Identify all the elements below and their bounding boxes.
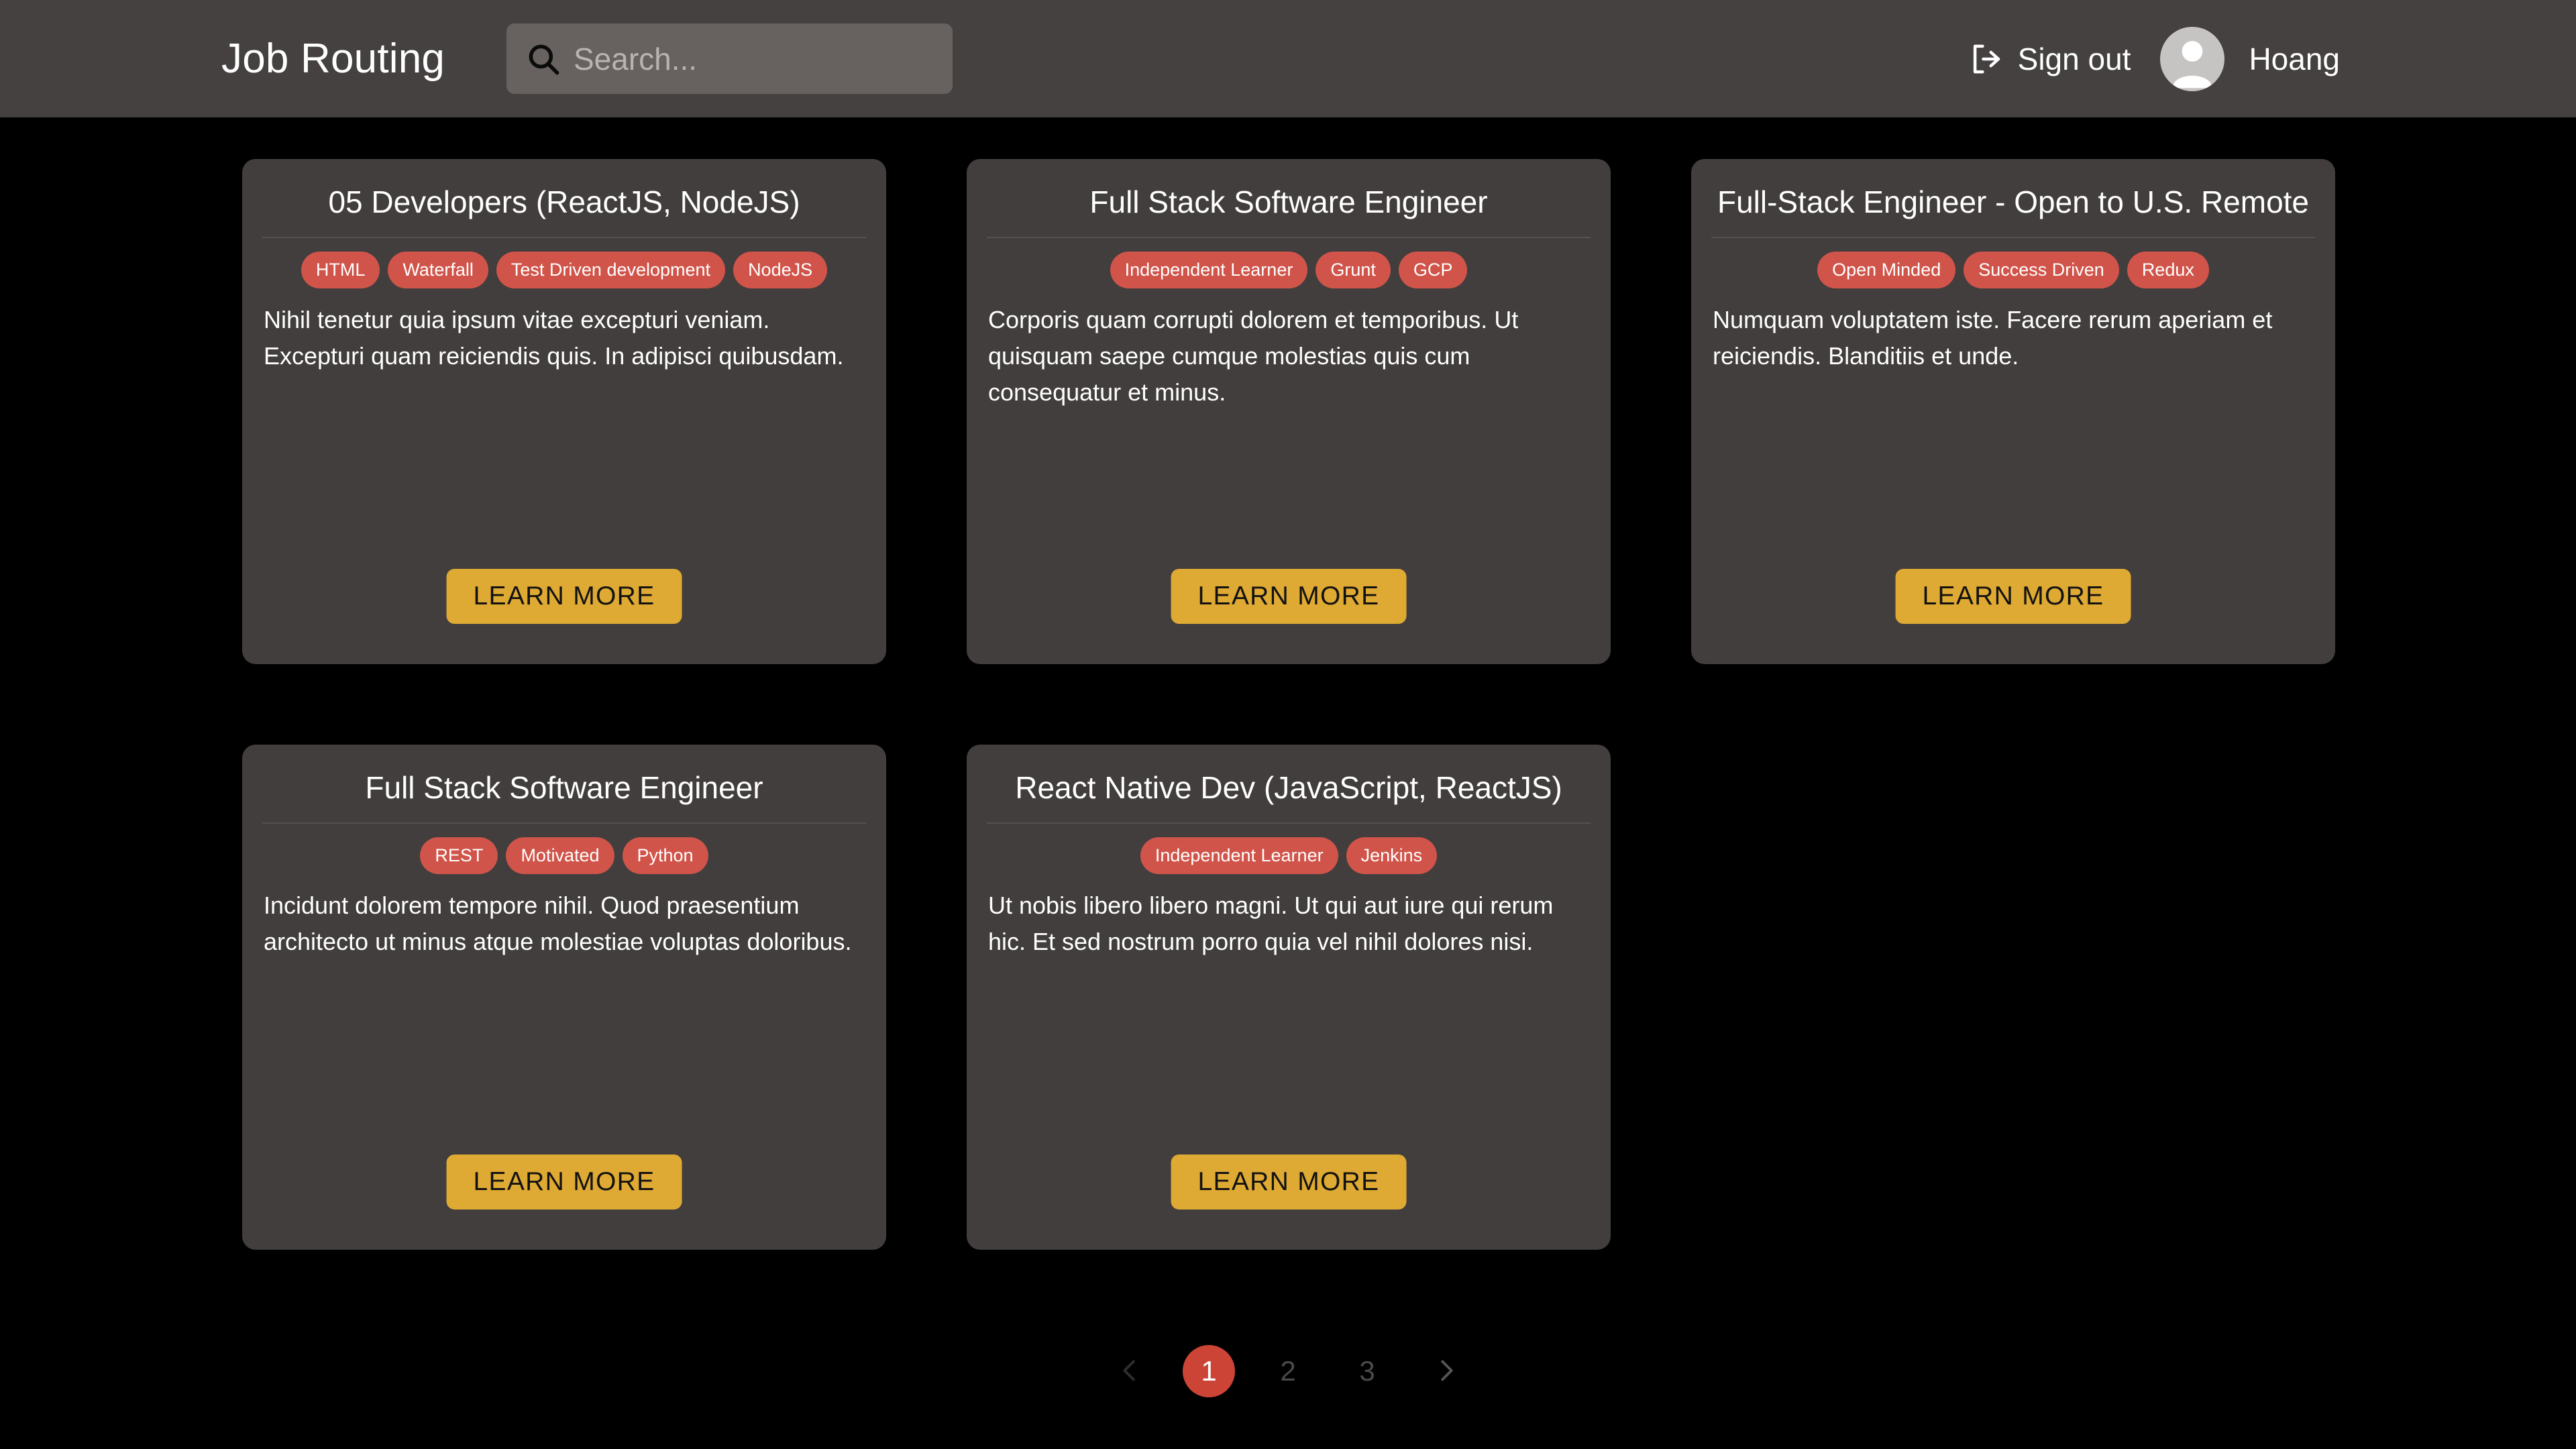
tag[interactable]: Jenkins xyxy=(1346,837,1438,874)
job-card[interactable]: Full-Stack Engineer - Open to U.S. Remot… xyxy=(1691,159,2335,664)
pagination: 1 2 3 xyxy=(0,1345,2576,1397)
logout-icon xyxy=(1968,41,2004,77)
job-card[interactable]: Full Stack Software Engineer Independent… xyxy=(967,159,1611,664)
job-card[interactable]: 05 Developers (ReactJS, NodeJS) HTML Wat… xyxy=(242,159,886,664)
tag[interactable]: GCP xyxy=(1398,251,1468,288)
learn-more-button[interactable]: LEARN MORE xyxy=(446,569,682,624)
divider xyxy=(262,236,866,238)
page-title: Job Routing xyxy=(221,36,445,82)
tag-list: HTML Waterfall Test Driven development N… xyxy=(262,251,866,288)
chevron-right-icon xyxy=(1431,1355,1462,1388)
divider xyxy=(987,236,1591,238)
divider xyxy=(987,822,1591,824)
learn-more-button[interactable]: LEARN MORE xyxy=(1171,569,1407,624)
tag[interactable]: Waterfall xyxy=(388,251,488,288)
job-title: Full Stack Software Engineer xyxy=(1089,184,1488,219)
job-card-grid: 05 Developers (ReactJS, NodeJS) HTML Wat… xyxy=(242,159,2335,1250)
learn-more-button[interactable]: LEARN MORE xyxy=(446,1155,682,1210)
tag[interactable]: Success Driven xyxy=(1964,251,2119,288)
divider xyxy=(1711,236,2315,238)
tag[interactable]: Independent Learner xyxy=(1110,251,1308,288)
tag[interactable]: Motivated xyxy=(506,837,614,874)
job-title: Full Stack Software Engineer xyxy=(365,770,763,805)
pagination-page-3[interactable]: 3 xyxy=(1341,1345,1393,1397)
avatar[interactable] xyxy=(2160,26,2225,91)
tag-list: Open Minded Success Driven Redux xyxy=(1711,251,2315,288)
chevron-left-icon xyxy=(1114,1355,1145,1388)
job-card[interactable]: Full Stack Software Engineer REST Motiva… xyxy=(242,745,886,1250)
job-description: Numquam voluptatem iste. Facere rerum ap… xyxy=(1713,305,2273,370)
learn-more-button[interactable]: LEARN MORE xyxy=(1171,1155,1407,1210)
pagination-next-button[interactable] xyxy=(1420,1345,1472,1397)
job-description: Ut nobis libero libero magni. Ut qui aut… xyxy=(988,891,1554,955)
tag[interactable]: REST xyxy=(420,837,498,874)
tag-list: REST Motivated Python xyxy=(262,837,866,874)
job-title: React Native Dev (JavaScript, ReactJS) xyxy=(1015,770,1562,805)
pagination-page-1[interactable]: 1 xyxy=(1183,1345,1235,1397)
job-description: Corporis quam corrupti dolorem et tempor… xyxy=(988,305,1519,406)
job-card[interactable]: React Native Dev (JavaScript, ReactJS) I… xyxy=(967,745,1611,1250)
tag[interactable]: HTML xyxy=(301,251,380,288)
tag-list: Independent Learner Jenkins xyxy=(987,837,1591,874)
tag[interactable]: Grunt xyxy=(1316,251,1391,288)
app-header: Job Routing Sign out xyxy=(0,0,2576,117)
user-name: Hoang xyxy=(2249,41,2340,76)
pagination-prev-button[interactable] xyxy=(1104,1345,1156,1397)
person-avatar-icon xyxy=(2173,40,2212,88)
search-input[interactable] xyxy=(574,23,991,94)
search-icon xyxy=(524,40,563,78)
header-actions: Sign out Hoang xyxy=(1968,0,2576,117)
divider xyxy=(262,822,866,824)
job-description: Nihil tenetur quia ipsum vitae excepturi… xyxy=(264,305,844,370)
tag[interactable]: Open Minded xyxy=(1817,251,1956,288)
learn-more-button[interactable]: LEARN MORE xyxy=(1895,569,2131,624)
tag[interactable]: Independent Learner xyxy=(1140,837,1338,874)
job-title: 05 Developers (ReactJS, NodeJS) xyxy=(328,184,800,219)
tag[interactable]: Test Driven development xyxy=(496,251,726,288)
tag[interactable]: NodeJS xyxy=(733,251,828,288)
sign-out-button[interactable]: Sign out xyxy=(1968,41,2131,77)
pagination-page-2[interactable]: 2 xyxy=(1262,1345,1314,1397)
tag[interactable]: Python xyxy=(622,837,708,874)
sign-out-label: Sign out xyxy=(2017,41,2131,76)
job-title: Full-Stack Engineer - Open to U.S. Remot… xyxy=(1717,184,2310,219)
job-description: Incidunt dolorem tempore nihil. Quod pra… xyxy=(264,891,852,955)
tag[interactable]: Redux xyxy=(2127,251,2209,288)
search-box[interactable] xyxy=(506,23,991,94)
tag-list: Independent Learner Grunt GCP xyxy=(987,251,1591,288)
job-board: 05 Developers (ReactJS, NodeJS) HTML Wat… xyxy=(0,117,2576,1449)
